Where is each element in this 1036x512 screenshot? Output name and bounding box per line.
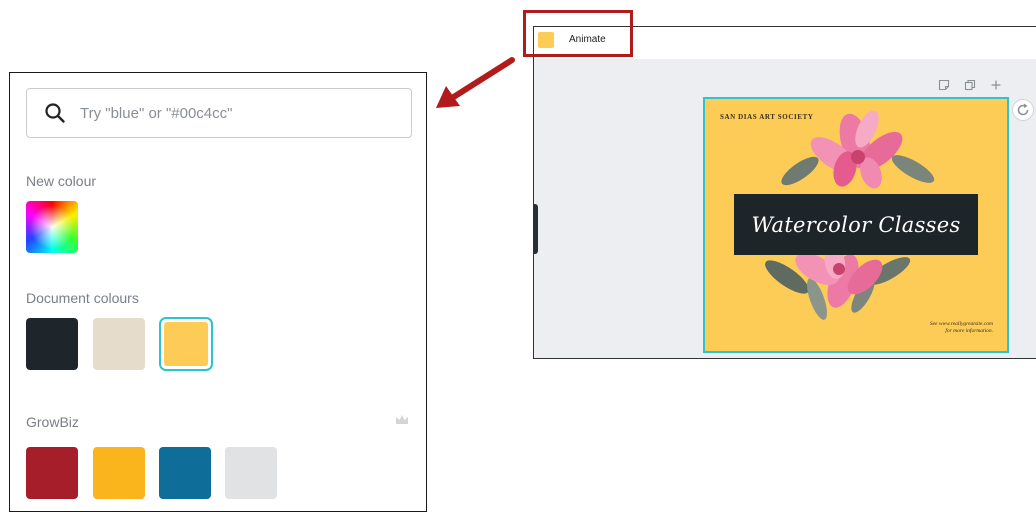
color-panel: New colour Document colours GrowBiz [9,72,427,512]
new-colour-title: New colour [26,173,97,189]
design-headline-text[interactable]: Watercolor Classes [751,213,960,237]
crown-icon [396,415,408,424]
design-footer-line2: for more information. [945,328,993,334]
document-swatch-dark[interactable] [26,318,78,370]
pointer-arrow-icon [436,57,515,108]
refresh-icon [1017,103,1029,116]
design-page[interactable]: SAN DIAS ART SOCIETY Watercolor Classes … [703,97,1009,353]
add-page-icon[interactable] [990,79,1002,91]
brand-swatch-gray[interactable] [225,447,277,499]
design-footer-text[interactable]: See www.reallygreatsite.com for more inf… [930,321,993,335]
search-icon [45,103,65,123]
design-headline-banner[interactable]: Watercolor Classes [734,194,978,255]
duplicate-icon[interactable] [964,79,976,91]
color-search-input[interactable] [78,103,382,123]
color-picker-icon[interactable] [26,201,78,253]
brand-swatch-blue[interactable] [159,447,211,499]
document-colours-title: Document colours [26,290,139,306]
document-swatch-beige[interactable] [93,318,145,370]
refresh-button[interactable] [1012,99,1034,121]
design-footer-line1: See www.reallygreatsite.com [929,321,993,327]
brand-kit-title: GrowBiz [26,414,79,430]
brand-swatch-yellow[interactable] [93,447,145,499]
annotation-highlight-box [523,10,633,57]
note-icon[interactable] [938,79,950,91]
brand-swatch-red[interactable] [26,447,78,499]
color-search-box[interactable] [26,88,412,138]
panel-collapse-handle[interactable] [533,204,538,254]
document-swatch-yellow-selected[interactable] [159,317,213,371]
